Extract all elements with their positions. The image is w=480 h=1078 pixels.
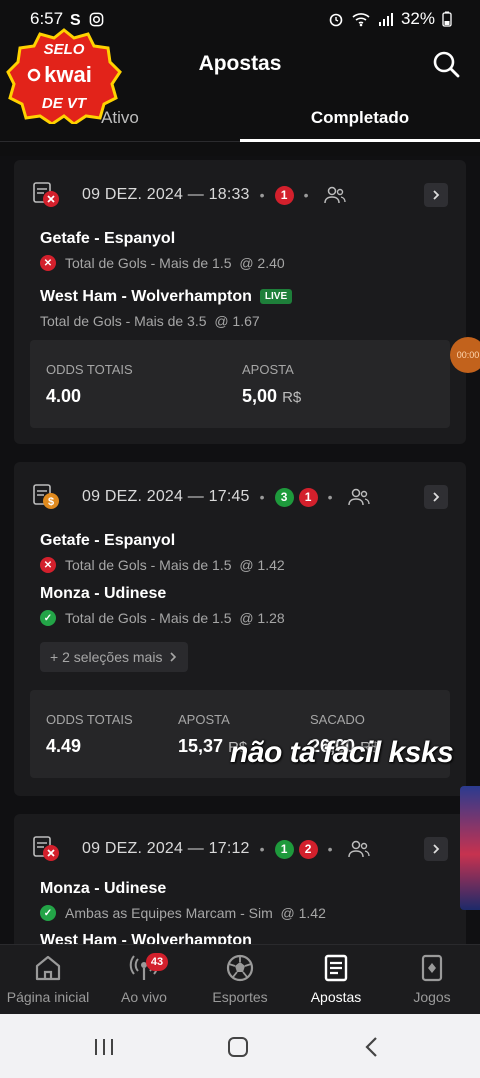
selection-market: ✓ Ambas as Equipes Marcam - Sim @ 1.42 [40, 905, 326, 921]
badge-line-3: DE VT [42, 95, 88, 112]
nav-label: Página inicial [6, 989, 90, 1005]
nav-label: Esportes [212, 989, 268, 1005]
svg-text:$: $ [48, 496, 54, 508]
search-button[interactable] [430, 48, 462, 80]
bet-datetime: 09 DEZ. 2024 — 17:45 [82, 488, 250, 505]
share-people-icon[interactable] [324, 186, 347, 204]
lost-count-badge: 2 [298, 839, 318, 859]
live-badge: LIVE [259, 289, 293, 304]
system-nav-bar [0, 1014, 480, 1078]
cards-icon [421, 954, 443, 982]
more-selections-button[interactable]: + 2 seleções mais [40, 642, 189, 672]
bet-card-header: 09 DEZ. 2024 — 17:12 • 1 2 • [32, 834, 448, 864]
bet-card-header: 09 DEZ. 2024 — 18:33 • 1 • [32, 180, 448, 210]
bottom-nav: Página inicial 43 Ao vivo Esportes Apost… [0, 944, 480, 1014]
ticket-lost-icon [33, 182, 59, 207]
selection-match: Getafe - Espanyol [40, 532, 176, 549]
lost-icon: ✕ [40, 557, 56, 573]
selection-match: Monza - Udinese [40, 880, 167, 897]
betslip-icon [324, 954, 348, 982]
selection-market: Total de Gols - Mais de 3.5 @ 1.67 [40, 313, 260, 329]
back-icon[interactable] [352, 1032, 392, 1062]
won-icon: ✓ [40, 905, 56, 921]
bets-list[interactable]: 09 DEZ. 2024 — 18:33 • 1 • Getafe - Espa… [0, 156, 480, 944]
signal-icon [378, 13, 393, 26]
total-odds-label: ODDS TOTAIS [46, 712, 133, 727]
lost-icon: ✕ [40, 255, 56, 271]
bet-card[interactable]: 09 DEZ. 2024 — 17:12 • 1 2 • Monza - Udi… [14, 814, 466, 944]
side-video-thumbnail[interactable] [460, 786, 480, 910]
ticket-lost-icon [33, 836, 59, 861]
wifi-icon [352, 13, 370, 27]
share-people-icon[interactable] [348, 488, 371, 506]
open-bet-button[interactable] [424, 183, 448, 207]
clock: 6:57 [30, 9, 64, 28]
selection-market: ✕ Total de Gols - Mais de 1.5 @ 1.42 [40, 557, 285, 573]
tab-completado[interactable]: Completado [240, 108, 480, 128]
bet-datetime: 09 DEZ. 2024 — 17:12 [82, 840, 250, 857]
active-tab-indicator [240, 139, 480, 142]
lost-count-badge: 1 [298, 487, 318, 507]
lost-count-badge: 1 [274, 185, 294, 205]
selection-match: West Ham - Wolverhampton LIVE [40, 288, 293, 306]
nav-item-live[interactable]: 43 Ao vivo [96, 953, 192, 1005]
chevron-right-icon [170, 652, 177, 662]
home-button-icon[interactable] [218, 1032, 258, 1062]
nav-item-bets[interactable]: Apostas [288, 953, 384, 1005]
alarm-icon [329, 13, 343, 27]
bet-card[interactable]: 09 DEZ. 2024 — 18:33 • 1 • Getafe - Espa… [14, 160, 466, 444]
home-icon [35, 955, 61, 981]
battery-percent: 32% [400, 9, 435, 28]
soccer-ball-icon [226, 954, 254, 982]
nav-item-sports[interactable]: Esportes [192, 953, 288, 1005]
open-bet-button[interactable] [424, 485, 448, 509]
total-odds-value: 4.00 [46, 386, 82, 406]
svg-text:S: S [70, 12, 81, 27]
chevron-right-icon [433, 190, 440, 200]
recent-apps-icon[interactable] [84, 1032, 124, 1062]
video-caption: não tá fácil ksks [230, 736, 454, 769]
cashout-label: SACADO [310, 712, 365, 727]
ticket-cashout-icon: $ [33, 484, 59, 509]
badge-line-2: kwai [44, 62, 92, 87]
chevron-right-icon [433, 492, 440, 502]
bet-summary: ODDS TOTAIS 4.00 APOSTA 5,00 R$ [30, 340, 450, 428]
stake-value: 5,00 R$ [242, 386, 302, 406]
won-count-badge: 3 [274, 487, 294, 507]
selection-match: West Ham - Wolverhampton [40, 932, 252, 944]
nav-item-games[interactable]: Jogos [384, 953, 480, 1005]
notification-s-icon: S [70, 12, 81, 27]
instagram-icon [89, 12, 104, 26]
bet-card-header: $ 09 DEZ. 2024 — 17:45 • 3 1 • [32, 482, 448, 512]
floating-timer-bubble[interactable]: 00:00 [450, 337, 480, 373]
search-icon [433, 51, 460, 78]
live-count-badge: 43 [146, 953, 168, 971]
bet-datetime: 09 DEZ. 2024 — 18:33 [82, 186, 250, 203]
total-odds-value: 4.49 [46, 736, 82, 756]
selection-match: Monza - Udinese [40, 585, 167, 602]
chevron-right-icon [433, 844, 440, 854]
open-bet-button[interactable] [424, 837, 448, 861]
selo-kwai-badge: SELO kwai DE VT [6, 28, 122, 124]
battery-icon [442, 11, 452, 27]
nav-label: Jogos [413, 989, 451, 1005]
share-people-icon[interactable] [348, 840, 371, 858]
nav-item-home[interactable]: Página inicial [0, 953, 96, 1005]
stake-label: APOSTA [242, 362, 294, 377]
selection-market: ✕ Total de Gols - Mais de 1.5 @ 2.40 [40, 255, 285, 271]
badge-line-1: SELO [44, 41, 85, 58]
total-odds-label: ODDS TOTAIS [46, 362, 133, 377]
selection-match: Getafe - Espanyol [40, 230, 176, 247]
selection-market: ✓ Total de Gols - Mais de 1.5 @ 1.28 [40, 610, 285, 626]
nav-label: Ao vivo [121, 989, 167, 1005]
won-icon: ✓ [40, 610, 56, 626]
stake-label: APOSTA [178, 712, 230, 727]
nav-label: Apostas [310, 989, 362, 1005]
won-count-badge: 1 [274, 839, 294, 859]
